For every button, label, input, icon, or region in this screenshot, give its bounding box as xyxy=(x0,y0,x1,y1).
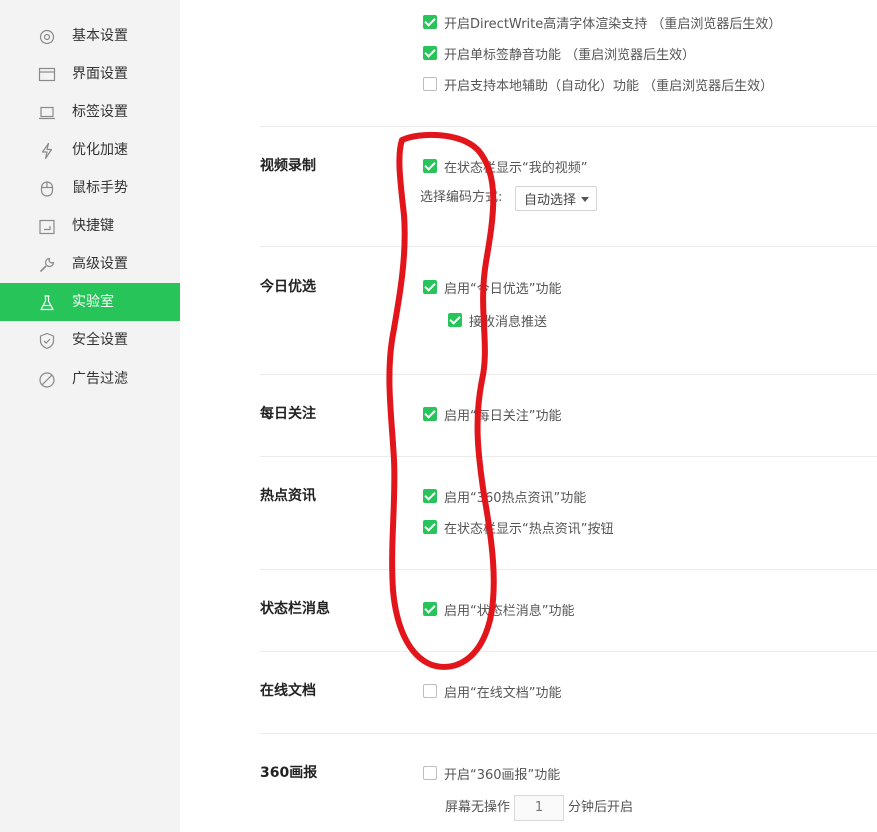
idle-minutes-input[interactable]: 1 xyxy=(514,795,564,821)
sidebar-item-shortcuts[interactable]: 快捷键 xyxy=(0,207,180,245)
daily-follow-option[interactable]: 启用“每日关注”功能 xyxy=(423,405,562,424)
option-label: 启用“每日关注”功能 xyxy=(444,408,562,424)
option-label: 接收消息推送 xyxy=(469,314,548,330)
sidebar-item-lab[interactable]: 实验室 xyxy=(0,283,180,321)
push-message-checkbox[interactable] xyxy=(448,313,462,327)
sidebar-item-ad-filter[interactable]: 广告过滤 xyxy=(0,360,180,398)
directwrite-option[interactable]: 开启DirectWrite高清字体渲染支持 （重启浏览器后生效） xyxy=(423,13,782,32)
sidebar-item-label: 广告过滤 xyxy=(72,371,128,387)
wrench-icon xyxy=(38,256,56,274)
hot-news-button-checkbox[interactable] xyxy=(423,520,437,534)
idle-suffix-label: 分钟后开启 xyxy=(568,800,634,815)
hot-news-button-option[interactable]: 在状态栏显示“热点资讯”按钮 xyxy=(423,518,614,537)
shield-icon xyxy=(38,332,56,350)
option-label: 在状态栏显示“我的视频” xyxy=(444,160,588,176)
local-automation-option[interactable]: 开启支持本地辅助（自动化）功能 （重启浏览器后生效） xyxy=(423,75,774,94)
window-icon xyxy=(38,66,56,84)
sidebar-item-mouse-gesture[interactable]: 鼠标手势 xyxy=(0,169,180,207)
sidebar-item-label: 高级设置 xyxy=(72,256,128,272)
online-docs-option[interactable]: 启用“在线文档”功能 xyxy=(423,682,562,701)
today-picks-checkbox[interactable] xyxy=(423,280,437,294)
option-label: 开启“360画报”功能 xyxy=(444,767,561,783)
local-automation-checkbox[interactable] xyxy=(423,77,437,91)
directwrite-checkbox[interactable] xyxy=(423,15,437,29)
option-label: 启用“360热点资讯”功能 xyxy=(444,490,587,506)
sidebar-item-label: 鼠标手势 xyxy=(72,180,128,196)
tab-icon xyxy=(38,104,56,122)
sidebar-item-label: 基本设置 xyxy=(72,28,128,44)
gear-icon xyxy=(38,28,56,46)
section-title-today: 今日优选 xyxy=(260,279,316,295)
sidebar-item-label: 快捷键 xyxy=(72,218,114,234)
single-tab-mute-checkbox[interactable] xyxy=(423,46,437,60)
option-label: 开启支持本地辅助（自动化）功能 （重启浏览器后生效） xyxy=(444,78,774,94)
section-title-pictorial: 360画报 xyxy=(260,765,318,781)
section-divider xyxy=(260,569,877,570)
section-divider xyxy=(260,651,877,652)
sidebar-item-label: 界面设置 xyxy=(72,66,128,82)
idle-prefix-label: 屏幕无操作 xyxy=(445,800,511,815)
option-label: 启用“状态栏消息”功能 xyxy=(444,603,575,619)
hot-news-option[interactable]: 启用“360热点资讯”功能 xyxy=(423,487,587,506)
option-label: 开启单标签静音功能 （重启浏览器后生效） xyxy=(444,47,696,63)
keyboard-icon xyxy=(38,218,56,236)
push-message-option[interactable]: 接收消息推送 xyxy=(448,311,548,330)
section-divider xyxy=(260,246,877,247)
section-divider xyxy=(260,374,877,375)
section-title-docs: 在线文档 xyxy=(260,683,316,699)
encode-method-value: 自动选择 xyxy=(524,193,577,208)
block-icon xyxy=(38,371,56,389)
option-label: 启用“今日优选”功能 xyxy=(444,281,562,297)
section-title-video: 视频录制 xyxy=(260,158,316,174)
caret-down-icon xyxy=(581,197,589,202)
online-docs-checkbox[interactable] xyxy=(423,684,437,698)
section-divider xyxy=(260,456,877,457)
sidebar-item-interface-settings[interactable]: 界面设置 xyxy=(0,55,180,93)
sidebar-item-label: 标签设置 xyxy=(72,104,128,120)
section-title-daily: 每日关注 xyxy=(260,406,316,422)
sidebar-item-label: 实验室 xyxy=(72,294,114,310)
option-label: 在状态栏显示“热点资讯”按钮 xyxy=(444,521,614,537)
section-title-hot: 热点资讯 xyxy=(260,488,316,504)
section-divider xyxy=(260,126,877,127)
sidebar-item-optimize[interactable]: 优化加速 xyxy=(0,131,180,169)
encode-method-select[interactable]: 自动选择 xyxy=(515,186,597,211)
sidebar-item-basic-settings[interactable]: 基本设置 xyxy=(0,17,180,55)
sidebar-item-advanced-settings[interactable]: 高级设置 xyxy=(0,245,180,283)
option-label: 开启DirectWrite高清字体渲染支持 （重启浏览器后生效） xyxy=(444,16,782,32)
settings-sidebar: 基本设置 界面设置 标签设置 优化加速 鼠标手势 快捷键 高级设置 实验室 安全… xyxy=(0,0,180,832)
section-divider xyxy=(260,733,877,734)
sidebar-item-label: 安全设置 xyxy=(72,332,128,348)
my-video-checkbox[interactable] xyxy=(423,159,437,173)
daily-follow-checkbox[interactable] xyxy=(423,407,437,421)
section-title-status: 状态栏消息 xyxy=(260,601,330,617)
pictorial-checkbox[interactable] xyxy=(423,766,437,780)
lightning-icon xyxy=(38,142,56,160)
status-message-checkbox[interactable] xyxy=(423,602,437,616)
sidebar-item-security[interactable]: 安全设置 xyxy=(0,321,180,359)
sidebar-item-label: 优化加速 xyxy=(72,142,128,158)
single-tab-mute-option[interactable]: 开启单标签静音功能 （重启浏览器后生效） xyxy=(423,44,696,63)
encode-method-label: 选择编码方式: xyxy=(420,190,503,205)
option-label: 启用“在线文档”功能 xyxy=(444,685,562,701)
pictorial-option[interactable]: 开启“360画报”功能 xyxy=(423,764,561,783)
my-video-option[interactable]: 在状态栏显示“我的视频” xyxy=(423,157,588,176)
sidebar-item-tab-settings[interactable]: 标签设置 xyxy=(0,93,180,131)
mouse-icon xyxy=(38,180,56,198)
today-picks-option[interactable]: 启用“今日优选”功能 xyxy=(423,278,562,297)
status-message-option[interactable]: 启用“状态栏消息”功能 xyxy=(423,600,575,619)
hot-news-checkbox[interactable] xyxy=(423,489,437,503)
flask-icon xyxy=(38,294,56,312)
